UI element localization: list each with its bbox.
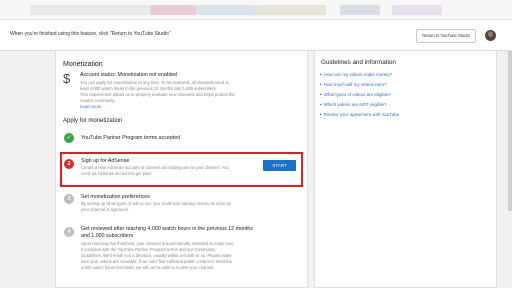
scrollbar[interactable]	[508, 51, 512, 211]
guideline-link[interactable]: • What types of videos are eligible?	[320, 92, 391, 97]
learn-more-link[interactable]: Learn more	[80, 104, 101, 110]
blurred-region	[392, 5, 442, 15]
bullet-icon: •	[320, 92, 322, 97]
bullet-icon: •	[320, 102, 322, 107]
guidelines-title: Guidelines and information	[321, 59, 396, 66]
dollar-icon: $	[63, 71, 71, 86]
check-icon: ✓	[64, 133, 74, 143]
guideline-link-text: How much will my videos earn?	[323, 82, 387, 87]
monetization-title: Monetization	[63, 61, 103, 68]
guideline-link[interactable]: • How much will my videos earn?	[320, 82, 387, 87]
blurred-browser-strip	[0, 0, 512, 20]
return-to-studio-button[interactable]: Return to YouTube Studio	[416, 29, 476, 43]
guideline-link[interactable]: • Which videos are NOT eligible?	[320, 102, 387, 107]
guideline-link-text: Which videos are NOT eligible?	[323, 102, 387, 107]
blurred-region	[340, 5, 380, 15]
apply-heading: Apply for monetization	[63, 118, 123, 124]
guideline-link[interactable]: • How can my videos make money?	[320, 72, 392, 77]
account-status-title: Account status: Monetization not enabled	[80, 72, 177, 78]
step-4-body-line: 4,000 watch hours threshold, we will not…	[81, 265, 215, 270]
avatar[interactable]	[485, 30, 496, 41]
guideline-link-text: How can my videos make money?	[323, 72, 393, 77]
step-3-body-line: your channel is approved.	[81, 207, 129, 212]
bullet-icon: •	[320, 72, 322, 77]
blurred-region	[150, 5, 196, 15]
bullet-icon: •	[320, 82, 322, 87]
start-adsense-button[interactable]: START	[263, 160, 296, 171]
step-2-title: Sign up for AdSense	[81, 158, 130, 164]
guideline-link[interactable]: • Review your agreement with YouTube	[320, 112, 399, 117]
guideline-link-text: Review your agreement with YouTube	[323, 112, 400, 117]
step-2-number: 2	[64, 159, 74, 169]
bullet-icon: •	[320, 112, 322, 117]
step-4-number: 4	[64, 227, 74, 237]
step-3-title: Set monetization preferences	[81, 194, 150, 200]
blurred-region	[30, 5, 150, 15]
step-4-title: Get reviewed after reaching 4,000 watch …	[81, 226, 253, 232]
guideline-link-text: What types of videos are eligible?	[323, 92, 391, 97]
step-1-title: YouTube Partner Program terms accepted	[81, 135, 181, 141]
blurred-region	[196, 5, 256, 15]
step-3-number: 3	[64, 194, 74, 204]
step-2-body-line: need an AdSense account to get paid.	[81, 171, 152, 176]
return-instruction-text: When you're finished using this feature,…	[10, 31, 171, 37]
blurred-region	[256, 5, 326, 15]
step-4-title-cont: and 1,000 subscribers	[81, 233, 134, 239]
